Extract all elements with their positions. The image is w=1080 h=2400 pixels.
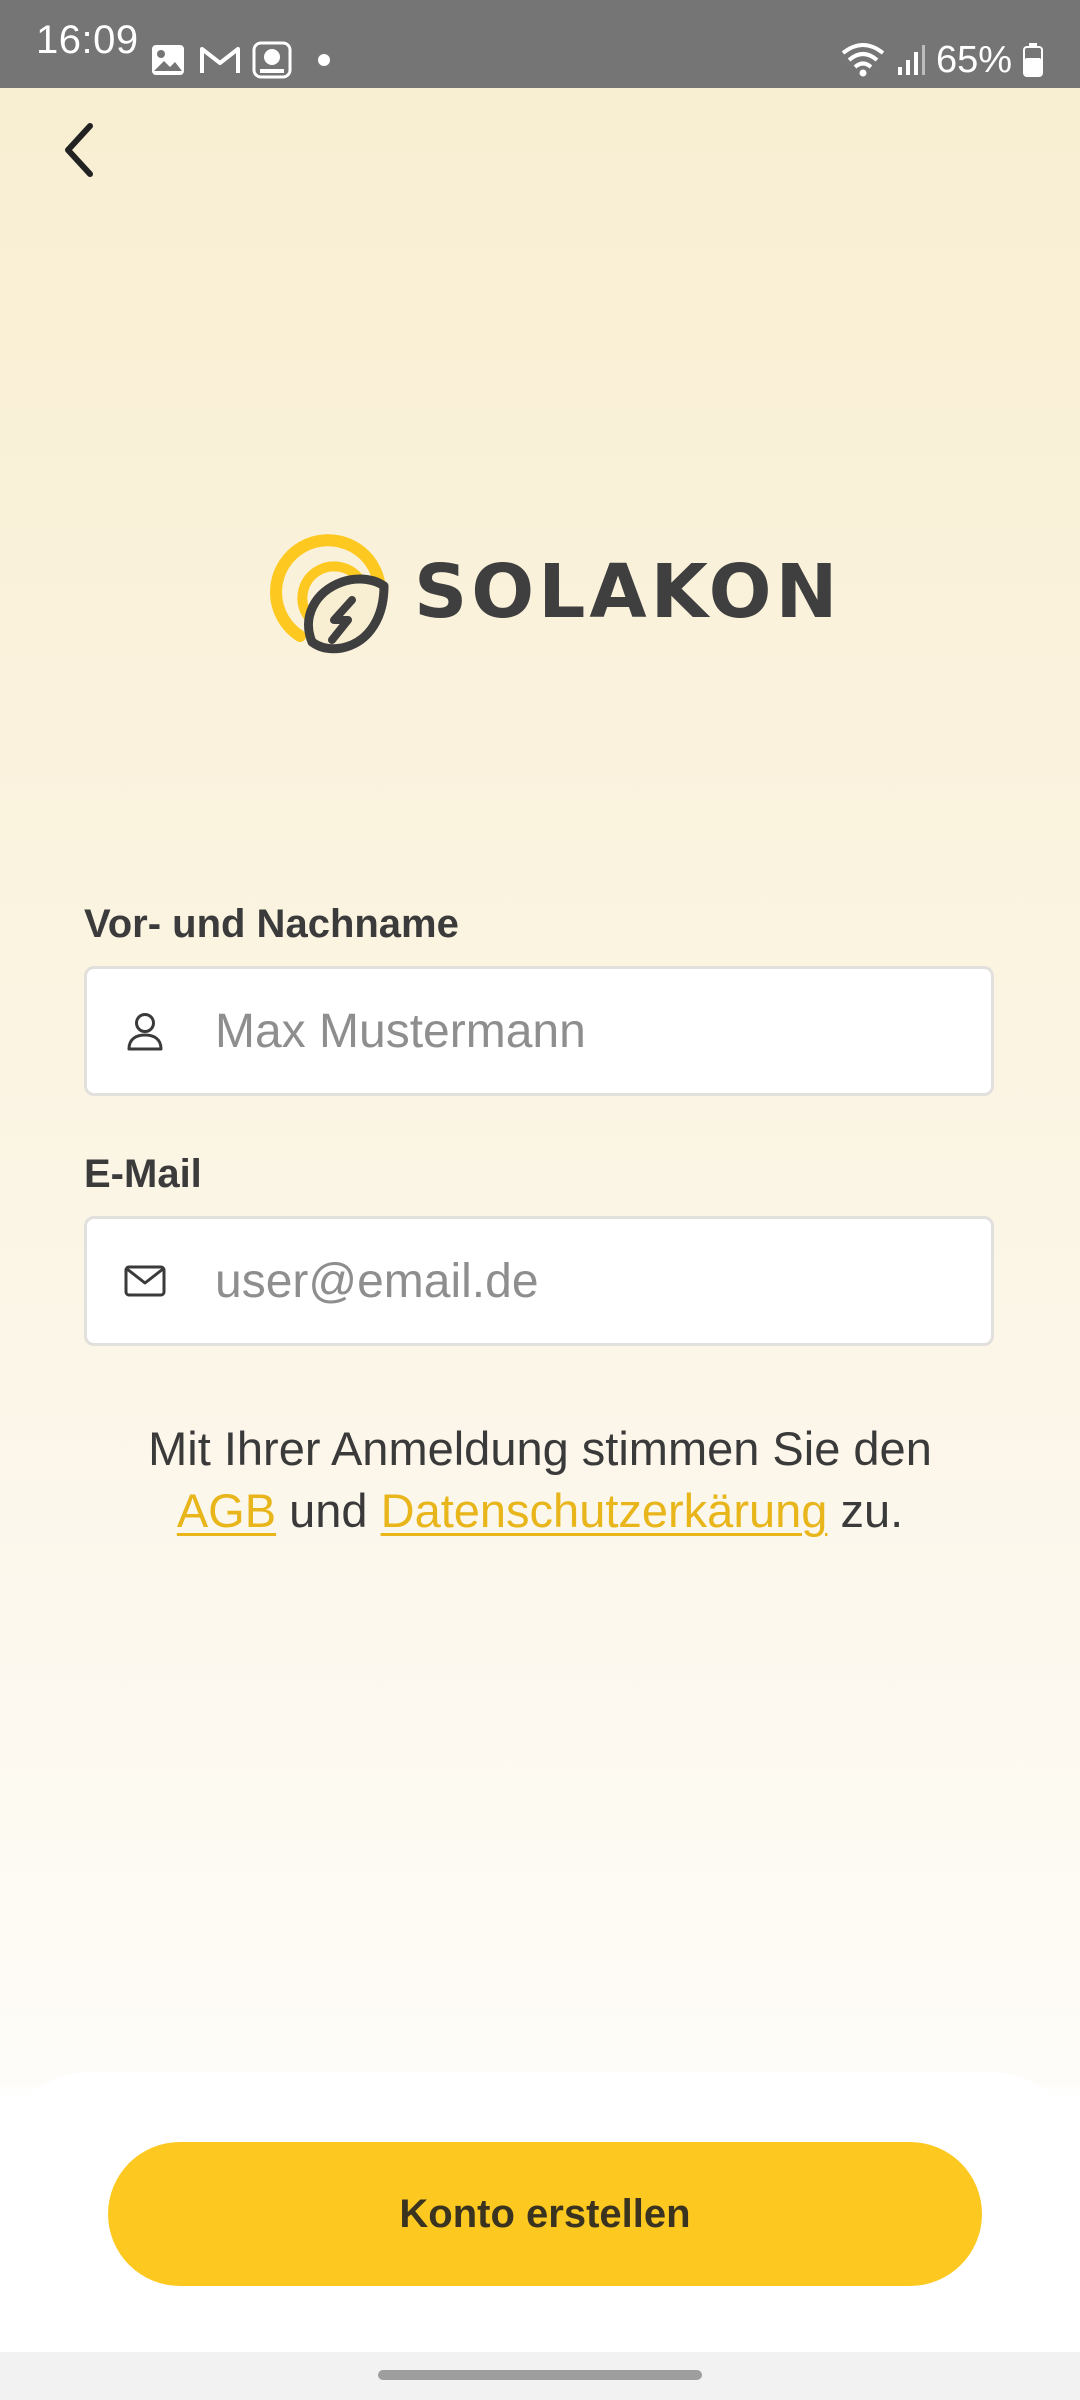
- media-app-icon: [252, 41, 292, 79]
- name-input[interactable]: [215, 1003, 955, 1059]
- signal-icon: [897, 45, 925, 75]
- status-bar: 16:09 65%: [0, 0, 1080, 88]
- status-notification-icons: [150, 40, 334, 80]
- gallery-icon: [152, 45, 184, 75]
- chevron-left-icon: [65, 123, 93, 177]
- home-indicator[interactable]: [378, 2370, 702, 2380]
- consent-prefix: Mit Ihrer Anmeldung stimmen Sie den: [148, 1422, 932, 1475]
- back-button[interactable]: [40, 110, 120, 190]
- notification-dot-icon: [318, 54, 330, 66]
- system-navigation-bar: [0, 2352, 1080, 2400]
- registration-screen: 16:09 65% SOLAKON Vor- und Nachname Max …: [0, 0, 1080, 2400]
- email-field[interactable]: [84, 1216, 994, 1346]
- consent-middle: und: [289, 1484, 368, 1537]
- battery-icon: [1023, 43, 1043, 77]
- consent-text: Mit Ihrer Anmeldung stimmen Sie den AGB …: [60, 1418, 1020, 1542]
- wifi-icon: [841, 43, 885, 77]
- privacy-policy-link[interactable]: Datenschutzerkärung: [381, 1484, 828, 1537]
- agb-link[interactable]: AGB: [177, 1484, 276, 1537]
- create-account-button[interactable]: Konto erstellen: [108, 2142, 982, 2286]
- brand-name: SOLAKON: [414, 549, 842, 635]
- person-icon: [123, 1009, 167, 1053]
- name-label: Vor- und Nachname: [84, 902, 459, 946]
- battery-percentage: 65%: [935, 38, 1012, 81]
- status-time: 16:09: [36, 18, 139, 62]
- solakon-logo-mark: [270, 534, 389, 654]
- envelope-icon: [123, 1259, 167, 1303]
- email-input[interactable]: [215, 1253, 955, 1309]
- status-system-icons: 65%: [840, 38, 1044, 81]
- gmail-icon: [200, 47, 240, 73]
- name-field[interactable]: [84, 966, 994, 1096]
- consent-suffix: zu.: [840, 1484, 904, 1537]
- solakon-logo: SOLAKON: [268, 528, 841, 656]
- email-label: E-Mail: [84, 1152, 202, 1196]
